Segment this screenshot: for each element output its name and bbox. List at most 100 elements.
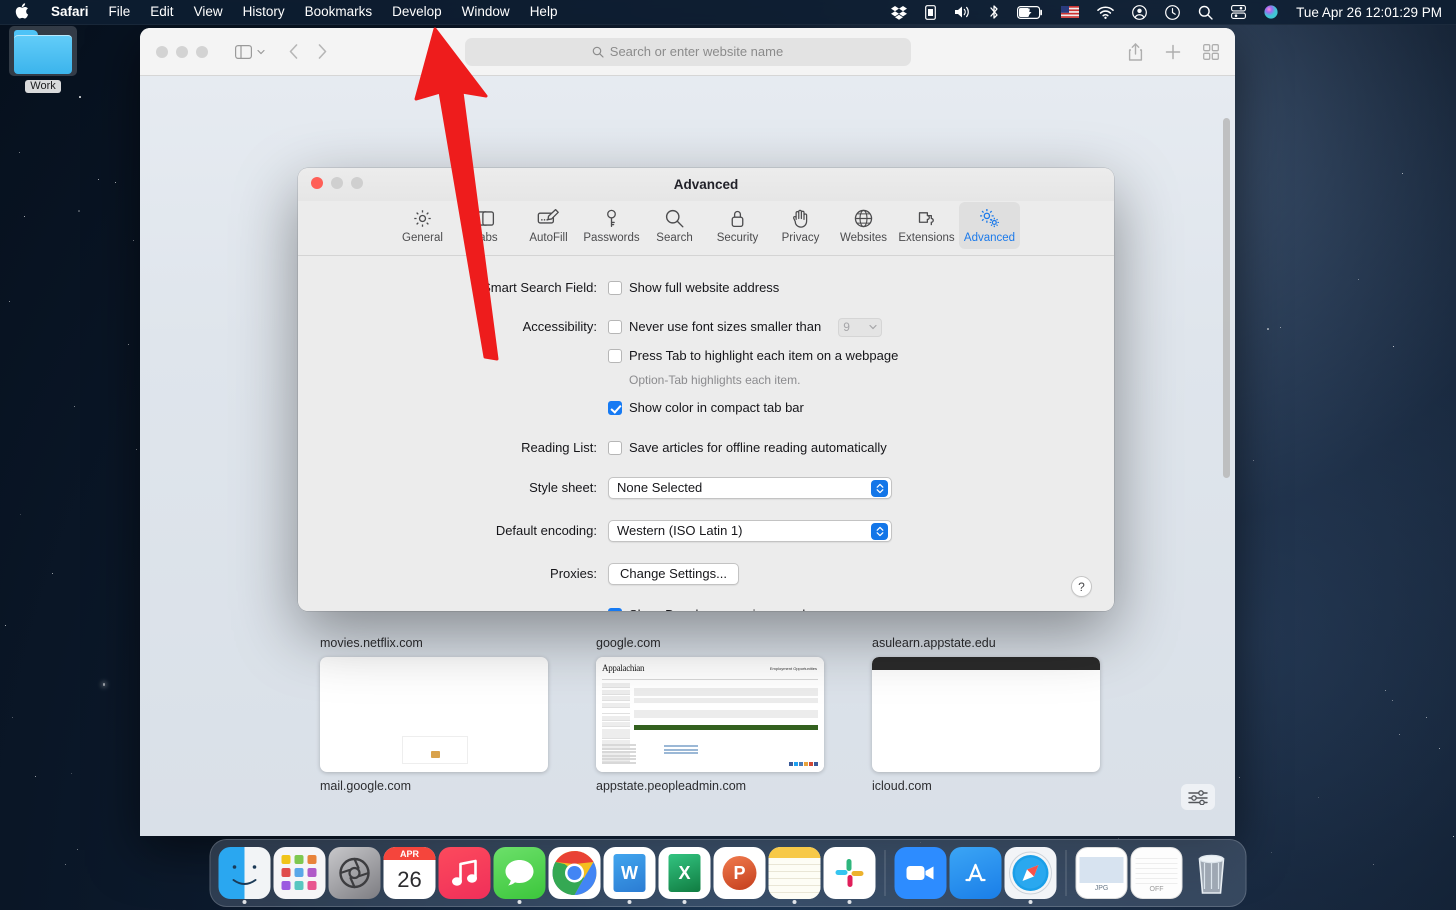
checkbox-show-color-in-compact-tab-bar[interactable]: Show color in compact tab bar bbox=[608, 398, 898, 418]
bluetooth-icon[interactable] bbox=[981, 0, 1007, 24]
control-center-icon[interactable] bbox=[1223, 0, 1254, 24]
dock-item-calendar[interactable]: APR 26 bbox=[383, 847, 436, 899]
dock-item-trash[interactable] bbox=[1186, 847, 1238, 899]
close-traffic-light[interactable] bbox=[311, 177, 323, 189]
dock-item-chrome[interactable] bbox=[548, 847, 601, 899]
favorite-item[interactable]: asulearn.appstate.edu icloud.com bbox=[872, 636, 1100, 793]
dock-item-slack[interactable] bbox=[823, 847, 876, 904]
safari-nav-buttons[interactable] bbox=[289, 44, 327, 59]
menu-item-bookmarks[interactable]: Bookmarks bbox=[295, 0, 383, 24]
menu-item-window[interactable]: Window bbox=[452, 0, 520, 24]
us-flag-input-icon[interactable] bbox=[1053, 0, 1087, 24]
dock-item-messages[interactable] bbox=[493, 847, 546, 904]
tab-privacy[interactable]: Privacy bbox=[770, 202, 831, 249]
desktop-icon-selection[interactable] bbox=[9, 26, 77, 76]
zoom-traffic-light[interactable] bbox=[196, 45, 208, 58]
default-encoding-select[interactable]: Western (ISO Latin 1) bbox=[608, 520, 892, 542]
menu-item-help[interactable]: Help bbox=[520, 0, 568, 24]
checkbox-box[interactable] bbox=[608, 608, 622, 611]
close-traffic-light[interactable] bbox=[156, 45, 168, 58]
address-bar[interactable]: Search or enter website name bbox=[464, 37, 911, 66]
menu-item-view[interactable]: View bbox=[184, 0, 233, 24]
user-account-icon[interactable] bbox=[1124, 0, 1155, 24]
dock-item-safari[interactable] bbox=[1004, 847, 1057, 904]
checkbox-box[interactable] bbox=[608, 401, 622, 415]
checkbox-show-develop-menu[interactable]: Show Develop menu in menu bar bbox=[608, 605, 821, 611]
menu-item-edit[interactable]: Edit bbox=[140, 0, 183, 24]
minimize-traffic-light[interactable] bbox=[331, 177, 343, 189]
zoom-traffic-light[interactable] bbox=[351, 177, 363, 189]
checkbox-box[interactable] bbox=[608, 441, 622, 455]
dock-item-launchpad[interactable] bbox=[273, 847, 326, 899]
tab-autofill[interactable]: AutoFill bbox=[518, 202, 579, 249]
tab-security[interactable]: Security bbox=[707, 202, 768, 249]
change-settings-button[interactable]: Change Settings... bbox=[608, 563, 739, 585]
dock-item-music[interactable] bbox=[438, 847, 491, 899]
sidebar-toggle-button[interactable] bbox=[235, 44, 265, 59]
dock-file-jpg[interactable]: JPG bbox=[1075, 847, 1128, 899]
start-page-settings-button[interactable] bbox=[1181, 784, 1215, 810]
dock-item-notes[interactable] bbox=[768, 847, 821, 904]
time-machine-icon[interactable] bbox=[1157, 0, 1188, 24]
checkbox-box[interactable] bbox=[608, 320, 622, 334]
menu-item-develop[interactable]: Develop bbox=[382, 0, 452, 24]
chevron-up-down-icon[interactable] bbox=[871, 523, 888, 540]
tab-extensions[interactable]: Extensions bbox=[896, 202, 957, 249]
dock-item-finder[interactable] bbox=[218, 847, 271, 904]
battery-charging-icon[interactable] bbox=[1009, 0, 1051, 24]
desktop-icon-work[interactable]: Work bbox=[9, 26, 77, 94]
tab-search[interactable]: Search bbox=[644, 202, 705, 249]
chevron-up-down-icon[interactable] bbox=[871, 480, 888, 497]
tab-general[interactable]: General bbox=[392, 202, 453, 249]
tabs-icon bbox=[475, 206, 496, 230]
checkbox-never-use-font-sizes-smaller-than[interactable]: Never use font sizes smaller than 9 bbox=[608, 317, 898, 337]
running-indicator bbox=[517, 900, 522, 904]
dock-item-app-store[interactable] bbox=[949, 847, 1002, 899]
dock-item-powerpoint[interactable]: P bbox=[713, 847, 766, 899]
puzzle-piece-icon bbox=[916, 206, 937, 230]
preferences-traffic-lights[interactable] bbox=[311, 177, 363, 189]
dropbox-icon[interactable] bbox=[883, 0, 915, 24]
favorite-item[interactable]: google.com Appalachian Employment Opport… bbox=[596, 636, 824, 793]
dock-item-zoom[interactable] bbox=[894, 847, 947, 899]
siri-icon[interactable] bbox=[1256, 0, 1286, 24]
tab-overview-icon[interactable] bbox=[1203, 43, 1219, 60]
favorite-thumbnail[interactable] bbox=[320, 657, 548, 772]
favorite-thumbnail[interactable] bbox=[872, 657, 1100, 772]
display-brightness-icon[interactable] bbox=[917, 0, 944, 24]
apple-logo-icon[interactable] bbox=[11, 0, 41, 24]
checkbox-press-tab-to-highlight[interactable]: Press Tab to highlight each item on a we… bbox=[608, 346, 898, 366]
favorite-item[interactable]: movies.netflix.com mail.google.com bbox=[320, 636, 548, 793]
checkbox-box[interactable] bbox=[608, 281, 622, 295]
share-icon[interactable] bbox=[1128, 42, 1143, 61]
running-indicator bbox=[627, 900, 632, 904]
favorite-thumbnail[interactable]: Appalachian Employment Opportunities bbox=[596, 657, 824, 772]
tab-advanced[interactable]: Advanced bbox=[959, 202, 1020, 249]
menu-bar-clock[interactable]: Tue Apr 26 12:01:29 PM bbox=[1288, 5, 1444, 20]
help-button[interactable]: ? bbox=[1071, 576, 1092, 597]
checkbox-save-articles-offline[interactable]: Save articles for offline reading automa… bbox=[608, 438, 887, 458]
page-scrollbar-thumb[interactable] bbox=[1223, 118, 1230, 478]
dock-item-word[interactable]: W bbox=[603, 847, 656, 904]
safari-traffic-lights[interactable] bbox=[156, 45, 208, 58]
menu-item-safari[interactable]: Safari bbox=[41, 0, 99, 24]
tab-tabs[interactable]: Tabs bbox=[455, 202, 516, 249]
font-size-stepper[interactable]: 9 bbox=[838, 317, 883, 337]
dock-item-excel[interactable]: X bbox=[658, 847, 711, 904]
minimize-traffic-light[interactable] bbox=[176, 45, 188, 58]
style-sheet-select[interactable]: None Selected bbox=[608, 477, 892, 499]
menu-item-file[interactable]: File bbox=[99, 0, 141, 24]
plus-icon[interactable] bbox=[1165, 44, 1181, 60]
spotlight-search-icon[interactable] bbox=[1190, 0, 1221, 24]
dock-item-system-preferences[interactable] bbox=[328, 847, 381, 899]
volume-icon[interactable] bbox=[946, 0, 979, 24]
page-scrollbar[interactable] bbox=[1223, 118, 1230, 478]
checkbox-box[interactable] bbox=[608, 349, 622, 363]
tab-websites[interactable]: Websites bbox=[833, 202, 894, 249]
menu-item-history[interactable]: History bbox=[233, 0, 295, 24]
tab-passwords[interactable]: Passwords bbox=[581, 202, 642, 249]
back-arrow-icon bbox=[289, 44, 298, 59]
dock-file-document[interactable]: OFF bbox=[1130, 847, 1183, 899]
wifi-icon[interactable] bbox=[1089, 0, 1122, 24]
checkbox-show-full-website-address[interactable]: Show full website address bbox=[608, 278, 779, 298]
